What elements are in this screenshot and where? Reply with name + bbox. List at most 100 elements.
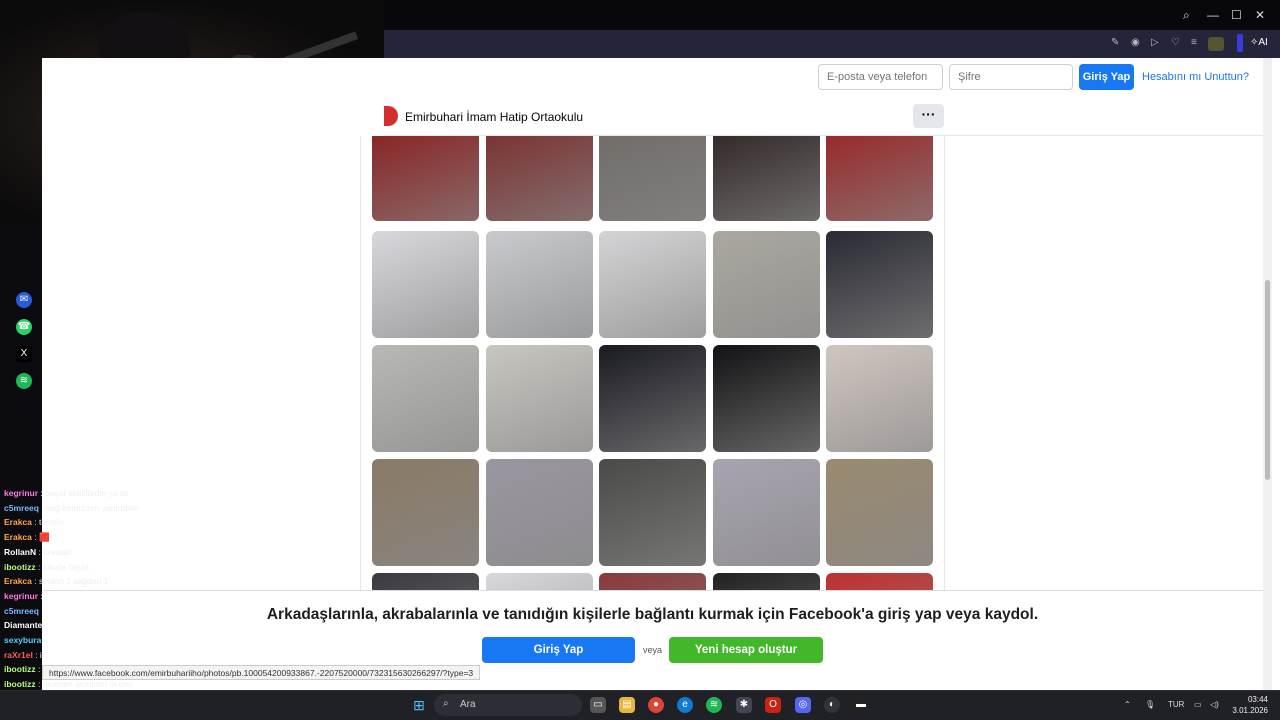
chat-username[interactable]: ibootizz bbox=[4, 664, 36, 674]
photo-thumbnail[interactable] bbox=[599, 136, 706, 221]
chat-username[interactable]: c5mreeq bbox=[4, 503, 39, 513]
email-field[interactable] bbox=[818, 64, 943, 90]
language-indicator[interactable]: TUR bbox=[1168, 700, 1184, 709]
tray-overflow-icon[interactable]: ⌃ bbox=[1124, 700, 1131, 709]
app-icon[interactable]: ▬ bbox=[853, 697, 869, 713]
chat-text: : soldan 2 sağdan 1 bbox=[31, 576, 109, 587]
chat-username[interactable]: Erakca bbox=[4, 517, 32, 527]
photo-thumbnail[interactable] bbox=[599, 459, 706, 566]
photo-thumbnail[interactable] bbox=[713, 136, 820, 221]
volume-icon[interactable]: ◁) bbox=[1210, 700, 1219, 709]
scrollbar-thumb[interactable] bbox=[1265, 280, 1270, 480]
chat-username[interactable]: kegrinur bbox=[4, 591, 38, 601]
play-icon[interactable]: ▷ bbox=[1151, 37, 1159, 48]
photo-thumbnail[interactable] bbox=[486, 573, 593, 590]
photo-thumbnail[interactable] bbox=[826, 136, 933, 221]
photo-thumbnail[interactable] bbox=[486, 345, 593, 452]
chat-username[interactable]: ibootizz bbox=[4, 562, 36, 572]
start-icon[interactable]: ⊞ bbox=[411, 697, 427, 713]
mic-icon[interactable]: 🎙 bbox=[1145, 700, 1155, 709]
photo-thumbnail[interactable] bbox=[372, 573, 479, 590]
photo-thumbnail[interactable] bbox=[372, 136, 479, 221]
page-title[interactable]: Emirbuhari İmam Hatip Ortaokulu bbox=[405, 110, 583, 124]
clock-date: 3.01.2026 bbox=[1232, 706, 1268, 715]
chat-text: : 🟥 bbox=[31, 532, 50, 543]
task-view-icon[interactable]: ▭ bbox=[590, 697, 606, 713]
messenger-icon[interactable]: ✉ bbox=[16, 292, 32, 308]
photo-thumbnail[interactable] bbox=[826, 231, 933, 338]
photo-thumbnail[interactable] bbox=[599, 573, 706, 590]
forgot-password-link[interactable]: Hesabını mı Unuttun? bbox=[1142, 71, 1249, 83]
photo-thumbnail[interactable] bbox=[599, 231, 706, 338]
close-icon[interactable]: ✕ bbox=[1255, 8, 1265, 22]
search-icon[interactable]: ⌕ bbox=[1183, 8, 1190, 23]
minimize-icon[interactable]: — bbox=[1207, 8, 1219, 22]
taskbar-search-label: Ara bbox=[460, 699, 476, 710]
photo-thumbnail[interactable] bbox=[486, 459, 593, 566]
chat-username[interactable]: RollanN bbox=[4, 547, 36, 557]
chat-message: Erakca : tombis bbox=[0, 515, 360, 530]
photo-thumbnail[interactable] bbox=[713, 345, 820, 452]
opera-icon[interactable]: O bbox=[765, 697, 781, 713]
windows-taskbar bbox=[0, 690, 1280, 720]
spotify-icon[interactable]: ≋ bbox=[16, 373, 32, 389]
photo-thumbnail[interactable] bbox=[826, 573, 933, 590]
photo-thumbnail[interactable] bbox=[486, 231, 593, 338]
browser-toolbar bbox=[384, 30, 1280, 58]
photo-thumbnail[interactable] bbox=[599, 345, 706, 452]
file-explorer-icon[interactable]: ▤ bbox=[619, 697, 635, 713]
photo-thumbnail[interactable] bbox=[713, 459, 820, 566]
profile-avatar[interactable] bbox=[1208, 37, 1224, 51]
ai-button[interactable]: ✧AI bbox=[1250, 37, 1268, 48]
chat-username[interactable]: Erakca bbox=[4, 532, 32, 542]
chat-text: : tombis bbox=[31, 517, 65, 528]
heart-icon[interactable]: ♡ bbox=[1171, 37, 1180, 48]
network-icon[interactable]: ▭ bbox=[1194, 700, 1202, 709]
chat-message: RollanN : oradaki bbox=[0, 545, 360, 560]
settings-app-icon[interactable]: ✱ bbox=[736, 697, 752, 713]
login-button[interactable]: Giriş Yap bbox=[1079, 64, 1134, 90]
chat-message: Erakca : 🟥 bbox=[0, 530, 360, 545]
browser-titlebar bbox=[384, 0, 1280, 30]
streamer-hair bbox=[98, 12, 190, 60]
chrome-icon[interactable]: ● bbox=[648, 697, 664, 713]
chat-message: ibootizz : zarafa boyla bbox=[0, 560, 360, 575]
more-options-button[interactable]: ··· bbox=[913, 104, 944, 128]
discord-icon[interactable]: ◎ bbox=[795, 697, 811, 713]
photo-thumbnail[interactable] bbox=[372, 231, 479, 338]
chat-username[interactable]: Erakca bbox=[4, 576, 32, 586]
photo-thumbnail[interactable] bbox=[826, 345, 933, 452]
x-icon[interactable]: X bbox=[16, 346, 32, 362]
chat-message: Erakca : soldan 2 sağdan 1 bbox=[0, 574, 360, 589]
chat-username[interactable]: raXr1el bbox=[4, 650, 33, 660]
ai-label: AI bbox=[1258, 37, 1268, 48]
create-account-button[interactable]: Yeni hesap oluştur bbox=[669, 637, 823, 663]
sidebar-toggle[interactable] bbox=[1237, 34, 1243, 52]
menu-icon[interactable]: ≡ bbox=[1191, 37, 1197, 48]
banner-login-button[interactable]: Giriş Yap bbox=[482, 637, 635, 663]
photo-grid bbox=[360, 136, 945, 590]
chat-username[interactable]: ibootizz bbox=[4, 679, 36, 689]
chat-text: : başat eldiliftirdin ya sn bbox=[38, 488, 129, 498]
search-icon: ⌕ bbox=[443, 698, 449, 709]
photo-thumbnail[interactable] bbox=[826, 459, 933, 566]
clock[interactable]: 03:44 3.01.2026 bbox=[1228, 694, 1268, 716]
chat-username[interactable]: sexyburak bbox=[4, 635, 46, 645]
photo-thumbnail[interactable] bbox=[486, 136, 593, 221]
password-field[interactable] bbox=[949, 64, 1073, 90]
photo-thumbnail[interactable] bbox=[713, 231, 820, 338]
spotify-taskbar-icon[interactable]: ≋ bbox=[706, 697, 722, 713]
whatsapp-icon[interactable]: ☎ bbox=[16, 319, 32, 335]
maximize-icon[interactable]: ☐ bbox=[1231, 8, 1242, 22]
camera-icon[interactable]: ◉ bbox=[1131, 37, 1140, 48]
edge-icon[interactable]: e bbox=[677, 697, 693, 713]
obs-icon[interactable]: ◐ bbox=[824, 697, 840, 713]
chat-username[interactable]: kegrinur bbox=[4, 488, 38, 498]
banner-or-text: veya bbox=[643, 645, 663, 655]
photo-thumbnail[interactable] bbox=[372, 345, 479, 452]
photo-thumbnail[interactable] bbox=[372, 459, 479, 566]
taskbar-search[interactable]: ⌕ Ara bbox=[434, 694, 582, 716]
clock-time: 03:44 bbox=[1247, 695, 1268, 704]
edit-icon[interactable]: ✎ bbox=[1111, 37, 1119, 48]
photo-thumbnail[interactable] bbox=[713, 573, 820, 590]
